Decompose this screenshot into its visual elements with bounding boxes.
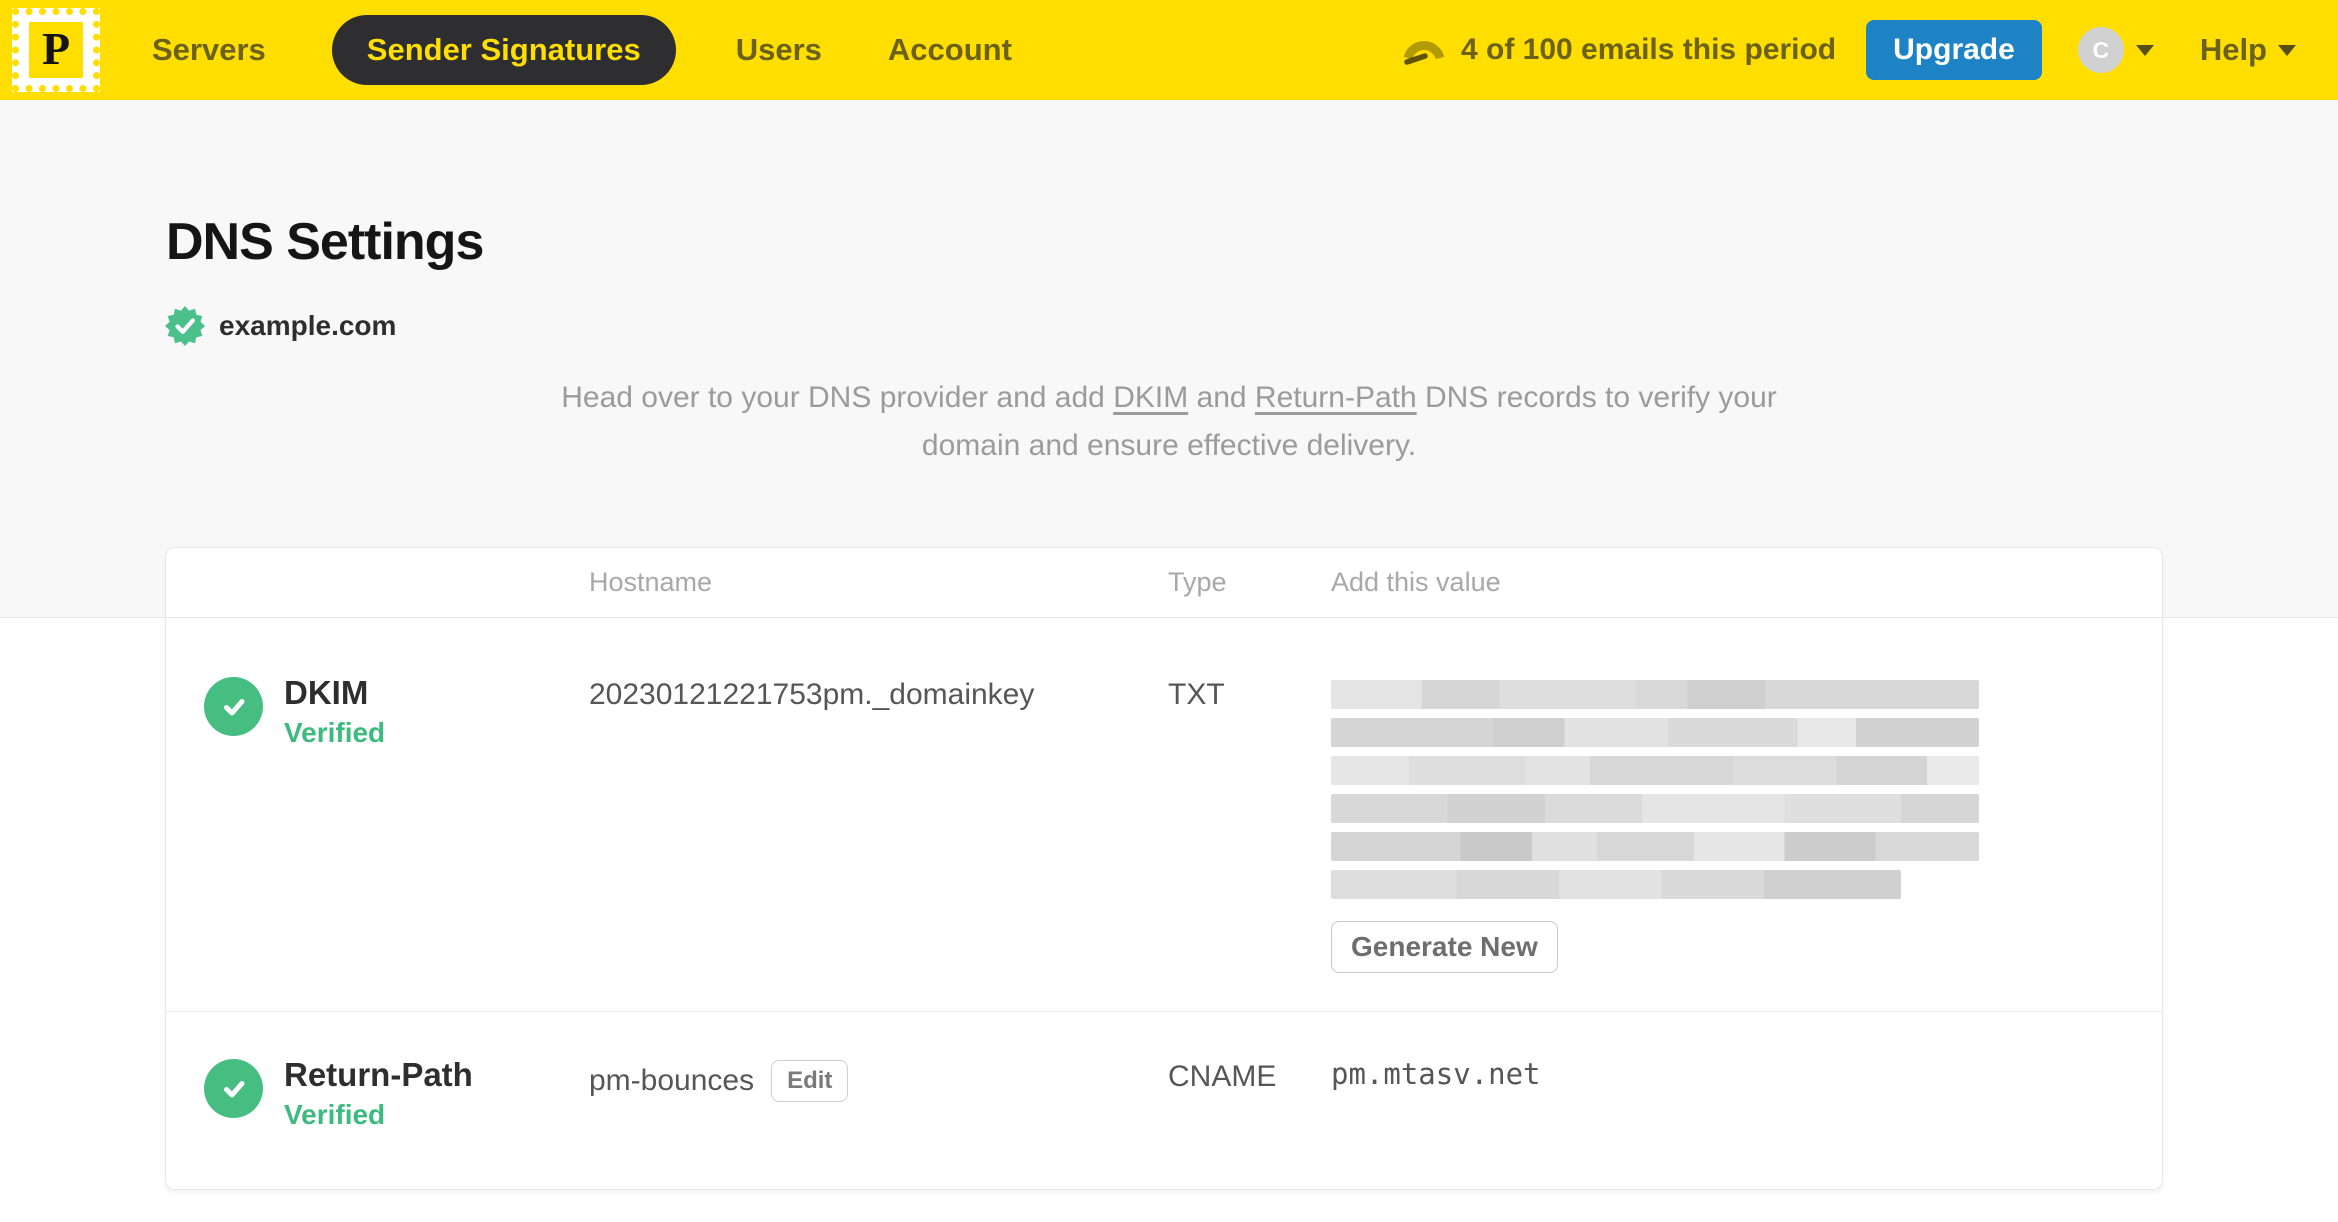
return-path-hostname: pm-bounces: [589, 1064, 755, 1097]
return-path-status-text: Return-Path Verified: [284, 1057, 473, 1131]
return-path-value: pm.mtasv.net: [1331, 1057, 1541, 1091]
redacted-value-line: [1331, 832, 1979, 861]
return-path-link[interactable]: Return-Path: [1255, 381, 1417, 414]
table-row-dkim: DKIM Verified 20230121221753pm._domainke…: [166, 618, 2162, 1012]
avatar[interactable]: C: [2077, 27, 2124, 73]
column-header-value: Add this value: [1331, 567, 1501, 597]
gauge-icon: [1401, 31, 1447, 70]
instructions-mid: and: [1188, 381, 1255, 414]
record-name: DKIM: [284, 674, 369, 711]
chevron-down-icon: [2135, 44, 2154, 56]
nav-item-users[interactable]: Users: [736, 32, 822, 68]
dkim-status-text: DKIM Verified: [284, 675, 385, 749]
dns-records-table: Hostname Type Add this value DKIM Verifi…: [165, 547, 2163, 1190]
domain-row: example.com: [164, 305, 2338, 347]
generate-new-button[interactable]: Generate New: [1331, 921, 1558, 973]
dkim-status-cell: DKIM Verified: [166, 675, 589, 749]
usage-text: 4 of 100 emails this period: [1460, 33, 1837, 66]
verified-check-icon: [204, 1059, 263, 1118]
topbar-right-cluster: 4 of 100 emails this period Upgrade C He…: [1401, 20, 2296, 80]
page-title: DNS Settings: [166, 213, 484, 271]
primary-nav: Servers Sender Signatures Users Account: [152, 15, 1078, 85]
redacted-value-line: [1331, 870, 1901, 899]
dkim-type: TXT: [1168, 678, 1225, 711]
dkim-hostname: 20230121221753pm._domainkey: [589, 678, 1035, 711]
redacted-value-line: [1331, 718, 1979, 747]
nav-item-servers[interactable]: Servers: [152, 32, 266, 68]
dkim-value-cell: Generate New: [1331, 675, 2162, 973]
table-row-return-path: Return-Path Verified pm-bounces Edit CNA…: [166, 1012, 2162, 1189]
postmark-logo-letter: P: [29, 22, 83, 78]
redacted-value-line: [1331, 794, 1979, 823]
domain-name: example.com: [219, 310, 397, 341]
postmark-logo[interactable]: P: [12, 8, 100, 92]
help-menu[interactable]: Help: [2200, 32, 2296, 68]
record-name: Return-Path: [284, 1056, 473, 1093]
return-path-hostname-cell: pm-bounces Edit: [589, 1057, 1168, 1102]
instructions-intro: Head over to your DNS provider and add: [561, 381, 1114, 414]
edit-button[interactable]: Edit: [771, 1060, 849, 1102]
nav-item-account[interactable]: Account: [888, 32, 1012, 68]
table-header-row: Hostname Type Add this value: [166, 548, 2162, 618]
account-menu[interactable]: C: [2077, 27, 2154, 73]
dns-settings-page: DNS Settings example.com Head over to yo…: [0, 212, 2338, 470]
redacted-value-line: [1331, 680, 1979, 709]
return-path-type: CNAME: [1168, 1060, 1277, 1093]
verified-seal-icon: [164, 305, 206, 347]
status-badge: Verified: [284, 1099, 386, 1130]
redacted-value-line: [1331, 756, 1979, 785]
return-path-status-cell: Return-Path Verified: [166, 1057, 589, 1131]
verified-check-icon: [204, 677, 263, 736]
column-header-hostname: Hostname: [589, 567, 713, 597]
top-navigation-bar: P Servers Sender Signatures Users Accoun…: [0, 0, 2338, 100]
chevron-down-icon: [2278, 44, 2296, 56]
nav-item-sender-signatures[interactable]: Sender Signatures: [331, 15, 676, 85]
instructions-text: Head over to your DNS provider and add D…: [537, 374, 1802, 470]
upgrade-button[interactable]: Upgrade: [1866, 20, 2042, 80]
help-label: Help: [2199, 32, 2267, 67]
redacted-dkim-value: [1331, 675, 2162, 899]
dkim-link[interactable]: DKIM: [1113, 381, 1188, 414]
column-header-type: Type: [1168, 567, 1227, 597]
usage-meter[interactable]: 4 of 100 emails this period: [1401, 31, 1836, 70]
status-badge: Verified: [284, 717, 386, 748]
